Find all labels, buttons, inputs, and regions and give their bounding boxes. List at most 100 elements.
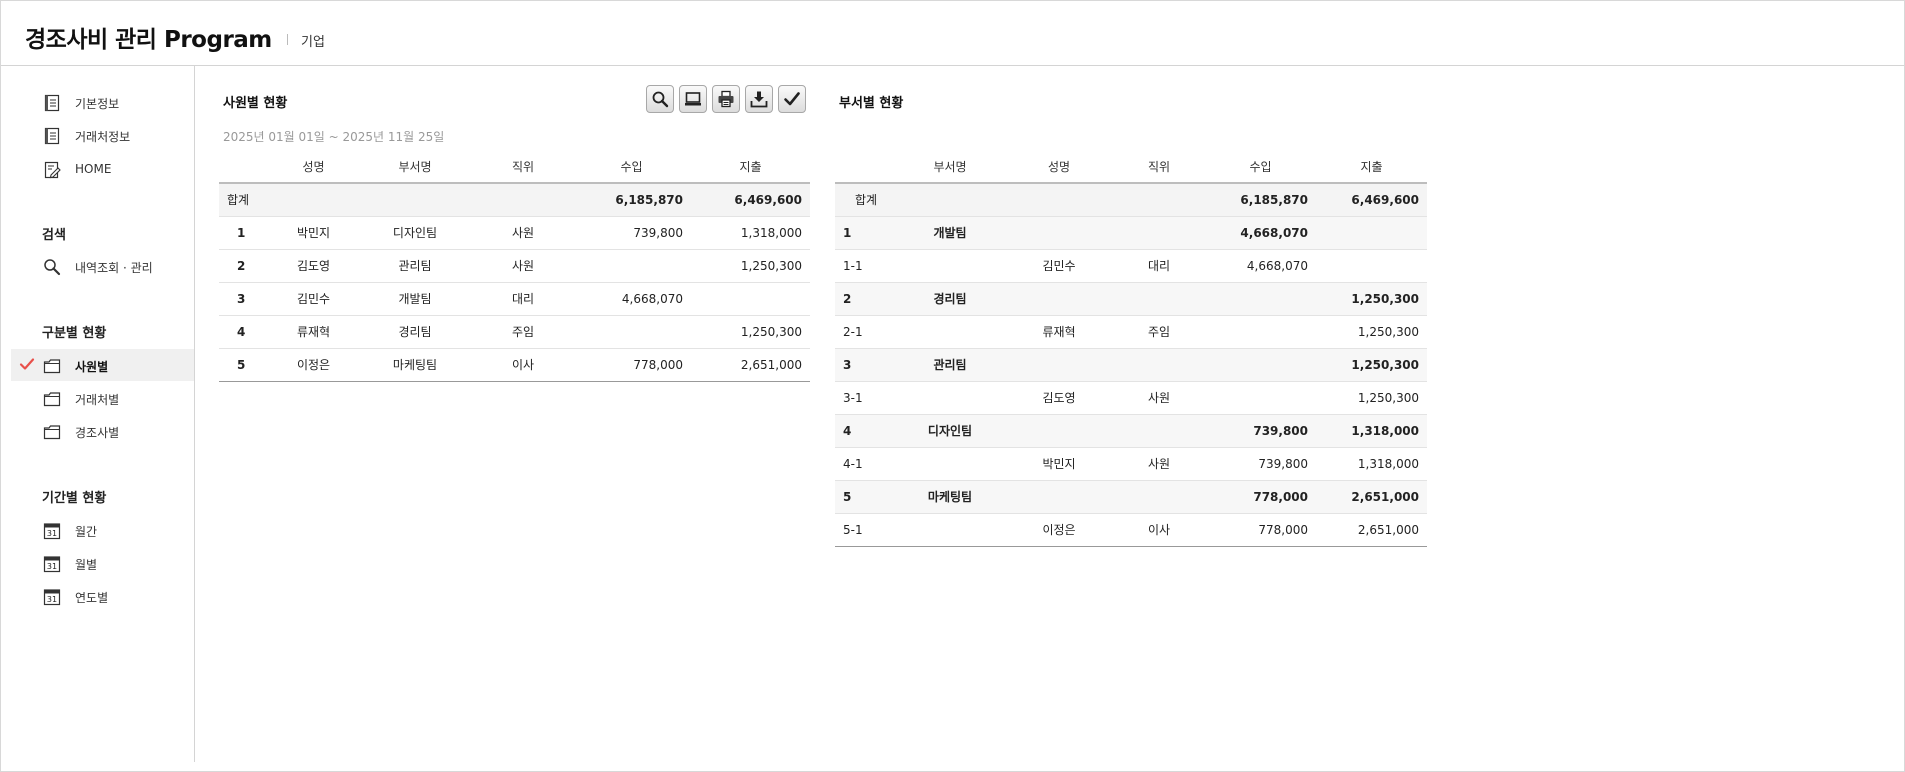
employee-name: 류재혁: [1005, 315, 1113, 349]
department-group-row[interactable]: 4 디자인팀 739,800 1,318,000: [835, 414, 1427, 448]
sidebar-item-monthly-total[interactable]: 31 월간: [11, 514, 194, 546]
screen-view-button[interactable]: [679, 85, 707, 113]
position: 사원: [1113, 381, 1205, 415]
department: 관리팀: [895, 348, 1005, 382]
table-row[interactable]: 1-1 김민수 대리 4,668,070: [835, 249, 1427, 283]
column-header: 수입: [1205, 150, 1316, 184]
print-icon: [718, 90, 734, 108]
sidebar-heading-category: 구분별 현황: [42, 326, 107, 341]
sidebar-item-by-client[interactable]: 거래처별: [11, 382, 194, 414]
table-row[interactable]: 4-1 박민지 사원 739,800 1,318,000: [835, 447, 1427, 481]
row-number: 5: [219, 348, 271, 382]
group-expense: 2,651,000: [1316, 480, 1427, 514]
sidebar-item-label: 거래처별: [75, 393, 120, 407]
group-expense: 1,318,000: [1316, 414, 1427, 448]
sidebar-item-by-month[interactable]: 31 월별: [11, 547, 194, 579]
folder-icon: [43, 425, 61, 440]
expense: 2,651,000: [1316, 513, 1427, 547]
department-group-row[interactable]: 3 관리팀 1,250,300: [835, 348, 1427, 382]
print-button[interactable]: [712, 85, 740, 113]
department: 개발팀: [356, 282, 474, 316]
employee-name: 이정은: [271, 348, 356, 382]
group-income: 739,800: [1205, 414, 1316, 448]
row-number: 4: [219, 315, 271, 349]
check-icon: [784, 92, 800, 106]
income: [572, 315, 691, 349]
group-expense: [1316, 216, 1427, 250]
search-button[interactable]: [646, 85, 674, 113]
table-row[interactable]: 5 이정은 마케팅팀 이사 778,000 2,651,000: [219, 348, 810, 382]
search-icon: [652, 91, 669, 108]
income: [572, 249, 691, 283]
row-number: 5: [835, 480, 895, 514]
department-group-row[interactable]: 5 마케팅팀 778,000 2,651,000: [835, 480, 1427, 514]
total-expense: 6,469,600: [1316, 183, 1427, 217]
row-number: 3: [835, 348, 895, 382]
table-row[interactable]: 5-1 이정은 이사 778,000 2,651,000: [835, 513, 1427, 547]
department: 디자인팀: [895, 414, 1005, 448]
edit-document-icon: [44, 161, 61, 179]
table-row[interactable]: 3-1 김도영 사원 1,250,300: [835, 381, 1427, 415]
document-icon: [44, 127, 60, 145]
sidebar-item-by-employee[interactable]: 사원별: [11, 349, 194, 381]
sidebar-item-client-info[interactable]: 거래처정보: [11, 119, 194, 151]
column-header: 지출: [691, 150, 810, 184]
income: 778,000: [1205, 513, 1316, 547]
table-row[interactable]: 1 박민지 디자인팀 사원 739,800 1,318,000: [219, 216, 810, 250]
position: 이사: [1113, 513, 1205, 547]
position: 사원: [474, 249, 572, 283]
svg-text:31: 31: [47, 562, 57, 571]
app-subtitle: 기업: [301, 35, 325, 50]
group-expense: 1,250,300: [1316, 348, 1427, 382]
position: 사원: [474, 216, 572, 250]
download-button[interactable]: [745, 85, 773, 113]
total-expense: 6,469,600: [691, 183, 810, 217]
row-number: 4: [835, 414, 895, 448]
monitor-icon: [685, 92, 701, 106]
row-number: 2: [219, 249, 271, 283]
svg-text:31: 31: [47, 595, 57, 604]
employee-name: 김도영: [271, 249, 356, 283]
svg-text:31: 31: [47, 529, 57, 538]
sidebar-item-label: 기본정보: [75, 97, 120, 111]
row-number: 3: [219, 282, 271, 316]
department: 마케팅팀: [356, 348, 474, 382]
folder-icon: [43, 392, 61, 407]
department-group-row[interactable]: 1 개발팀 4,668,070: [835, 216, 1427, 250]
expense: 1,250,300: [691, 315, 810, 349]
employee-name: 김민수: [1005, 249, 1113, 283]
table-row[interactable]: 2 김도영 관리팀 사원 1,250,300: [219, 249, 810, 283]
table-row[interactable]: 4 류재혁 경리팀 주임 1,250,300: [219, 315, 810, 349]
expense: [1316, 249, 1427, 283]
date-range: 2025년 01월 01일 ~ 2025년 11월 25일: [223, 130, 445, 144]
row-number: 1: [835, 216, 895, 250]
sidebar-item-label: HOME: [75, 162, 112, 176]
sidebar-item-home[interactable]: HOME: [11, 153, 194, 185]
position: 사원: [1113, 447, 1205, 481]
confirm-button[interactable]: [778, 85, 806, 113]
group-income: [1205, 282, 1316, 316]
sidebar-item-basic-info[interactable]: 기본정보: [11, 86, 194, 118]
employee-name: 박민지: [1005, 447, 1113, 481]
row-number: 1: [219, 216, 271, 250]
total-row: 합계 6,185,870 6,469,600: [835, 183, 1427, 217]
sidebar-item-label: 연도별: [75, 591, 109, 605]
sidebar-item-label: 내역조회 · 관리: [75, 261, 153, 275]
title-divider: [287, 34, 288, 45]
sidebar: 기본정보 거래처정보 HOME 검색 내역조회 · 관리 구분별 현황 사원별 …: [1, 66, 195, 762]
sidebar-heading-period: 기간별 현황: [42, 491, 107, 506]
income: 739,800: [1205, 447, 1316, 481]
department: 개발팀: [895, 216, 1005, 250]
position: 이사: [474, 348, 572, 382]
sidebar-item-label: 경조사별: [75, 426, 120, 440]
table-row[interactable]: 3 김민수 개발팀 대리 4,668,070: [219, 282, 810, 316]
sidebar-item-by-year[interactable]: 31 연도별: [11, 580, 194, 612]
sidebar-item-by-event[interactable]: 경조사별: [11, 415, 194, 447]
column-header: [219, 150, 271, 184]
sidebar-item-history-search[interactable]: 내역조회 · 관리: [11, 250, 194, 282]
table-row[interactable]: 2-1 류재혁 주임 1,250,300: [835, 315, 1427, 349]
row-number: 3-1: [835, 381, 895, 415]
department-group-row[interactable]: 2 경리팀 1,250,300: [835, 282, 1427, 316]
group-income: [1205, 348, 1316, 382]
calendar-icon: 31: [43, 589, 61, 606]
